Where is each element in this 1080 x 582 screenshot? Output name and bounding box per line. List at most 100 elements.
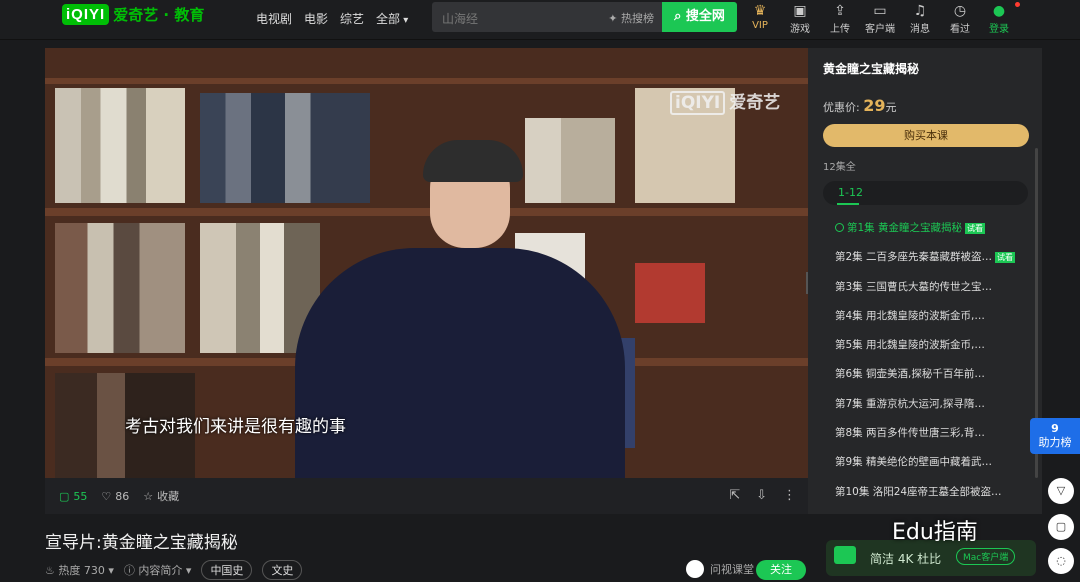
iqiyi-watermark: iQIYI 爱奇艺	[670, 88, 781, 115]
price-label: 优惠价:	[823, 101, 860, 114]
monitor-icon: ▭	[873, 3, 887, 19]
episode-item[interactable]: 第5集 用北魏皇陵的波斯金币,…	[808, 335, 1042, 364]
user-tools: ♛ VIP ▣ 游戏 ⇪ 上传 ▭ 客户端 ♫ 消息 ◷ 看过 ● 登录	[740, 2, 1020, 35]
video-meta: ♨ 热度 730 ▾ ⓘ 内容简介 ▾ 中国史 文史	[45, 560, 303, 580]
chat-icon[interactable]: ▢	[1048, 514, 1074, 540]
search-button[interactable]: ⌕ 搜全网	[662, 2, 737, 32]
episode-item[interactable]: 第4集 用北魏皇陵的波斯金币,…	[808, 306, 1042, 335]
feedback-icon[interactable]: ▽	[1048, 478, 1074, 504]
upload-icon: ⇪	[834, 3, 846, 19]
episode-range-tab[interactable]: 1-12	[823, 181, 1028, 205]
episode-title: 第1集 黄金瞳之宝藏揭秘	[847, 222, 963, 234]
comment-bubble-icon[interactable]: ◌	[1048, 548, 1074, 574]
presenter-cap	[423, 140, 523, 182]
share-icon[interactable]: ⇱	[729, 488, 740, 503]
like-button[interactable]: ♡ 86	[101, 490, 129, 503]
price-line: 优惠价: 29元	[823, 96, 896, 115]
price-unit: 元	[885, 101, 897, 114]
player-tools: ⇱ ⇩ ⋮	[729, 488, 796, 503]
episode-count: 12集全	[823, 162, 856, 173]
books	[200, 93, 370, 203]
comment-icon: ▢	[59, 489, 70, 503]
episode-list: 第1集 黄金瞳之宝藏揭秘 试看 第2集 二百多座先秦墓藏群被盗… 试看 第3集 三国…	[808, 218, 1042, 511]
presenter-body	[295, 248, 625, 478]
play-circle-icon	[835, 223, 844, 232]
chevron-down-icon: ▾	[185, 564, 192, 577]
episode-item[interactable]: 第1集 黄金瞳之宝藏揭秘 试看	[808, 218, 1042, 247]
episode-title: 第7集 重游京杭大运河,探寻隋…	[835, 397, 985, 410]
video-player[interactable]: iQIYI 爱奇艺 考古对我们来讲是很有趣的事	[45, 48, 808, 478]
author-info[interactable]: 问视课堂	[686, 560, 754, 578]
notification-dot	[1015, 2, 1020, 7]
nav-movie[interactable]: 电影	[304, 10, 328, 27]
search-placeholder: 山海经	[442, 12, 479, 26]
heat-info: ♨ 热度 730 ▾	[45, 562, 114, 578]
episode-item[interactable]: 第10集 洛阳24座帝王墓全部被盗…	[808, 482, 1042, 511]
nav-tv[interactable]: 电视剧	[256, 10, 292, 27]
episode-title: 第6集 铜壶美酒,探秘千百年前…	[835, 368, 985, 381]
hot-label: 热搜榜	[621, 12, 654, 25]
episode-title: 第2集 二百多座先秦墓藏群被盗…	[835, 251, 993, 264]
help-ranking-button[interactable]: 9 助力榜	[1030, 418, 1080, 454]
iqiyi-logo[interactable]: iQIYI 爱奇艺 · 教育	[62, 4, 204, 25]
trial-badge: 试看	[995, 252, 1016, 264]
episode-title: 第4集 用北魏皇陵的波斯金币,…	[835, 309, 985, 322]
bell-icon: ♫	[913, 3, 927, 19]
search-icon: ⌕	[674, 9, 682, 24]
video-title: 宣导片:黄金瞳之宝藏揭秘	[45, 533, 238, 553]
intro-toggle[interactable]: ⓘ 内容简介 ▾	[124, 562, 192, 578]
user-icon: ●	[992, 3, 1006, 19]
star-icon: ☆	[143, 489, 154, 503]
client-button[interactable]: ▭ 客户端	[860, 2, 900, 35]
books	[55, 88, 185, 203]
games-label: 游戏	[790, 24, 810, 35]
episode-title: 第10集 洛阳24座帝王墓全部被盗…	[835, 485, 1002, 498]
watermark-logo: iQIYI	[670, 91, 726, 115]
episode-item[interactable]: 第9集 精美绝伦的壁画中藏着武…	[808, 452, 1042, 481]
range-label: 1-12	[838, 186, 863, 199]
author-name: 问视课堂	[710, 563, 754, 576]
messages-button[interactable]: ♫ 消息	[900, 2, 940, 35]
comment-count: 55	[73, 489, 88, 503]
vip-button[interactable]: ♛ VIP	[740, 2, 780, 35]
price-value: 29	[863, 96, 886, 115]
episode-item[interactable]: 第3集 三国曹氏大墓的传世之宝…	[808, 277, 1042, 306]
history-button[interactable]: ◷ 看过	[940, 2, 980, 35]
login-label: 登录	[989, 24, 1009, 35]
buy-course-button[interactable]: 购买本课	[823, 124, 1029, 147]
channel-nav: 电视剧 电影 综艺 全部	[256, 10, 408, 27]
course-panel: 黄金瞳之宝藏揭秘 优惠价: 29元 购买本课 12集全 1-12 第1集 黄金瞳…	[808, 48, 1042, 514]
books	[55, 223, 185, 353]
episode-item[interactable]: 第2集 二百多座先秦墓藏群被盗… 试看	[808, 247, 1042, 276]
upload-label: 上传	[830, 24, 850, 35]
watermark-text: 爱奇艺	[729, 93, 781, 113]
site-name: 爱奇艺 · 教育	[113, 6, 205, 24]
episode-item[interactable]: 第8集 两百多件传世唐三彩,背…	[808, 423, 1042, 452]
shelf-board	[45, 78, 808, 84]
episode-item[interactable]: 第7集 重游京杭大运河,探寻隋…	[808, 394, 1042, 423]
tv-icon	[834, 546, 856, 564]
history-label: 看过	[950, 24, 970, 35]
nav-all-dropdown[interactable]: 全部	[376, 10, 408, 27]
more-icon[interactable]: ⋮	[783, 488, 796, 503]
search-input[interactable]: 山海经 ✦ 热搜榜	[432, 2, 662, 32]
nav-variety[interactable]: 综艺	[340, 10, 364, 27]
course-title: 黄金瞳之宝藏揭秘	[823, 62, 920, 76]
avatar	[686, 560, 704, 578]
tag-chinese-history[interactable]: 中国史	[201, 560, 253, 580]
comment-button[interactable]: ▢ 55	[59, 490, 87, 503]
chevron-down-icon: ▾	[108, 564, 114, 577]
shelf-board	[45, 208, 808, 216]
collect-button[interactable]: ☆ 收藏	[143, 488, 179, 504]
episode-title: 第3集 三国曹氏大墓的传世之宝…	[835, 280, 993, 293]
mac-client-button[interactable]: Mac客户端	[956, 548, 1016, 565]
upload-button[interactable]: ⇪ 上传	[820, 2, 860, 35]
logo-mark: iQIYI	[62, 4, 110, 25]
download-icon[interactable]: ⇩	[756, 488, 767, 503]
games-button[interactable]: ▣ 游戏	[780, 2, 820, 35]
tag-culture-history[interactable]: 文史	[262, 560, 303, 580]
episode-item[interactable]: 第6集 铜壶美酒,探秘千百年前…	[808, 364, 1042, 393]
hot-list-link[interactable]: ✦ 热搜榜	[608, 10, 654, 26]
login-button[interactable]: ● 登录	[980, 2, 1020, 35]
follow-button[interactable]: 关注	[756, 560, 806, 580]
